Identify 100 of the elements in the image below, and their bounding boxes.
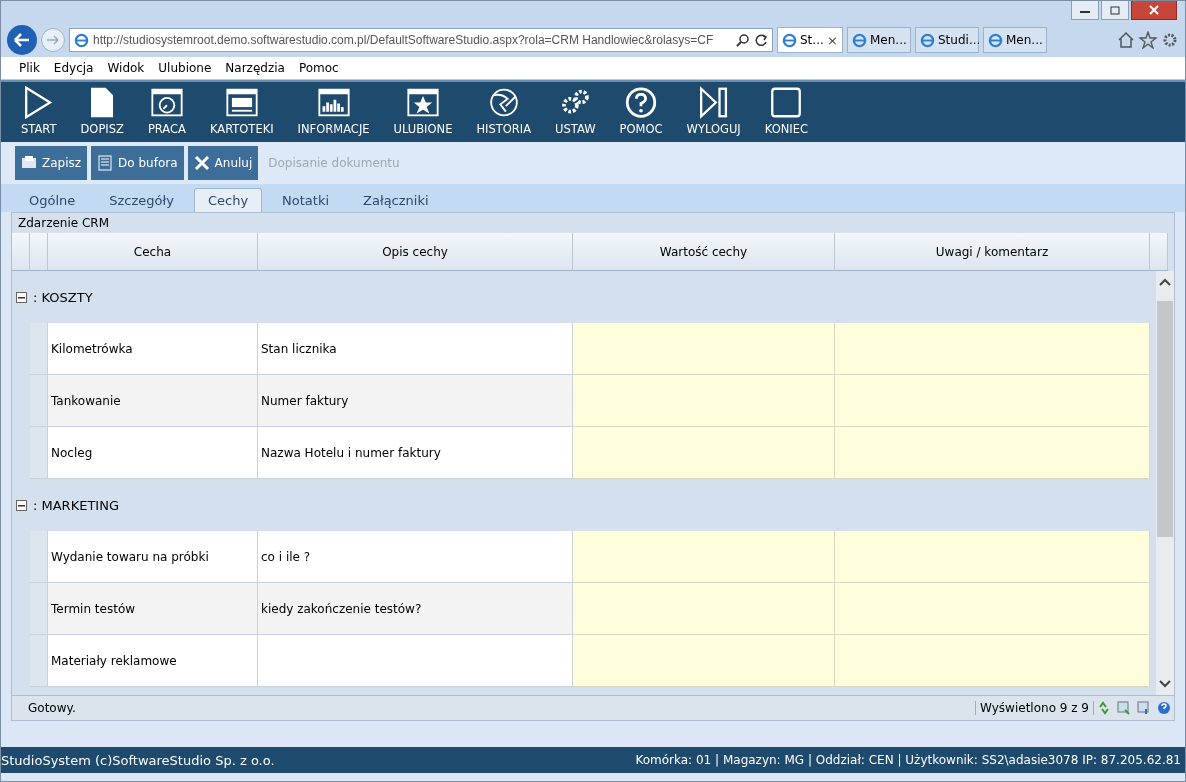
toolbar-button[interactable]: START xyxy=(9,82,69,142)
menu-item[interactable]: Ulubione xyxy=(158,61,212,75)
value-field[interactable] xyxy=(573,531,835,583)
browser-tab[interactable]: Studi... xyxy=(915,27,979,53)
menu-item[interactable]: Pomoc xyxy=(298,61,339,75)
column-header[interactable]: Uwagi / komentarz xyxy=(835,233,1150,271)
action-button[interactable]: Zapisz xyxy=(15,146,88,180)
star-icon[interactable] xyxy=(1139,31,1157,49)
home-icon[interactable] xyxy=(1117,31,1135,49)
browser-page-icon xyxy=(920,32,935,48)
value-field[interactable] xyxy=(573,583,835,635)
tab[interactable]: Ogólne xyxy=(15,188,90,212)
address-field[interactable]: http://studiosystemroot.demo.softwarestudio.com.pl/DefaultSoftwareStudio.aspx?rola=CRM Handlowiec&rolasys=CF xyxy=(69,28,773,52)
collapse-icon[interactable] xyxy=(16,499,27,511)
menu-item[interactable]: Edycja xyxy=(53,61,94,75)
column-header[interactable]: Opis cechy xyxy=(258,233,573,271)
export-icon[interactable] xyxy=(1117,701,1131,715)
browser-tab[interactable]: Men... xyxy=(983,27,1047,53)
column-header xyxy=(30,233,48,271)
forward-button[interactable] xyxy=(41,28,65,52)
comment-field[interactable] xyxy=(835,635,1150,687)
minimize-button[interactable] xyxy=(1071,1,1099,20)
tab[interactable]: Notatki xyxy=(268,188,344,212)
column-header[interactable]: Cecha xyxy=(48,233,258,271)
browser-page-icon xyxy=(988,32,1003,48)
square-icon xyxy=(769,86,804,119)
tab[interactable]: Załączniki xyxy=(349,188,443,212)
browser-tab[interactable]: Men... xyxy=(847,27,911,53)
back-button[interactable] xyxy=(7,25,37,55)
browser-page-icon xyxy=(852,32,867,48)
table-cell: Nocleg xyxy=(48,427,258,479)
scroll-down-icon[interactable] xyxy=(1159,680,1171,688)
table-cell: Kilometrówka xyxy=(48,323,258,375)
back-arrow-icon xyxy=(14,33,30,47)
table-cell: Numer faktury xyxy=(258,375,573,427)
window-icon xyxy=(224,86,259,119)
collapse-icon[interactable] xyxy=(16,291,27,303)
tab[interactable]: Szczegóły xyxy=(95,188,188,212)
toolbar-button[interactable]: PRACA xyxy=(135,82,198,142)
comment-field[interactable] xyxy=(835,375,1150,427)
value-field[interactable] xyxy=(573,323,835,375)
search-icon[interactable] xyxy=(736,33,750,47)
comment-field[interactable] xyxy=(835,427,1150,479)
comment-field[interactable] xyxy=(835,323,1150,375)
scroll-up-icon[interactable] xyxy=(1159,278,1171,286)
row-selector[interactable] xyxy=(30,531,48,583)
forward-arrow-icon xyxy=(47,35,59,45)
toolbar-button[interactable]: ULUBIONE xyxy=(381,82,465,142)
toolbar-button[interactable]: KONIEC xyxy=(752,82,820,142)
refresh-icon[interactable] xyxy=(754,33,768,47)
close-icon xyxy=(1149,5,1159,15)
help-icon[interactable] xyxy=(1157,701,1171,715)
tab[interactable]: Cechy xyxy=(193,188,263,212)
action-button[interactable]: Do bufora xyxy=(91,146,184,180)
toolbar-button[interactable]: INFORMACJE xyxy=(285,82,382,142)
menu-item[interactable]: Narzędzia xyxy=(225,61,285,75)
browser-page-icon xyxy=(74,32,89,48)
scrollbar[interactable] xyxy=(1156,271,1174,695)
toolbar-button[interactable]: POMOC xyxy=(607,82,675,142)
list-icon xyxy=(97,155,114,171)
record-count: Wyświetlono 9 z 9 xyxy=(975,701,1094,715)
panel-title: Zdarzenie CRM xyxy=(17,215,110,232)
value-field[interactable] xyxy=(573,635,835,687)
toolbar-button[interactable]: HISTORIA xyxy=(464,82,544,142)
toolbar-button[interactable]: DOPISZ xyxy=(68,82,136,142)
toolbar-button[interactable]: USTAW xyxy=(543,82,608,142)
menu-item[interactable]: Widok xyxy=(107,61,145,75)
table-cell: Materiały reklamowe xyxy=(48,635,258,687)
close-button[interactable] xyxy=(1131,1,1177,20)
comment-field[interactable] xyxy=(835,531,1150,583)
cancel-icon xyxy=(193,155,210,171)
value-field[interactable] xyxy=(573,427,835,479)
row-selector[interactable] xyxy=(30,323,48,375)
import-icon[interactable] xyxy=(1137,701,1151,715)
browser-page-icon xyxy=(782,32,797,48)
row-selector[interactable] xyxy=(30,583,48,635)
row-selector[interactable] xyxy=(30,427,48,479)
table-cell: Termin testów xyxy=(48,583,258,635)
browser-tab[interactable]: St... × xyxy=(777,27,843,53)
row-selector[interactable] xyxy=(30,635,48,687)
chart-icon xyxy=(316,86,351,119)
toolbar-button[interactable]: KARTOTEKI xyxy=(197,82,286,142)
column-header xyxy=(1150,233,1168,271)
group-label: : MARKETING xyxy=(33,497,119,513)
menu-item[interactable]: Plik xyxy=(19,61,40,75)
action-button[interactable]: Anuluj xyxy=(187,146,259,180)
comment-field[interactable] xyxy=(835,583,1150,635)
settings-icon[interactable] xyxy=(1161,31,1179,49)
table-cell: Nazwa Hotelu i numer faktury xyxy=(258,427,573,479)
value-field[interactable] xyxy=(573,375,835,427)
status-text: Gotowy. xyxy=(27,701,77,715)
table-cell: co i ile ? xyxy=(258,531,573,583)
table-cell: kiedy zakończenie testów? xyxy=(258,583,573,635)
row-selector[interactable] xyxy=(30,375,48,427)
column-header[interactable]: Wartość cechy xyxy=(573,233,835,271)
clock-icon xyxy=(149,86,184,119)
toolbar-button[interactable]: WYLOGUJ xyxy=(674,82,753,142)
footer-copyright: StudioSystem (c)SoftwareStudio Sp. z o.o. xyxy=(1,752,275,768)
action-caption: Dopisanie dokumentu xyxy=(268,156,400,170)
save-icon xyxy=(21,155,37,171)
